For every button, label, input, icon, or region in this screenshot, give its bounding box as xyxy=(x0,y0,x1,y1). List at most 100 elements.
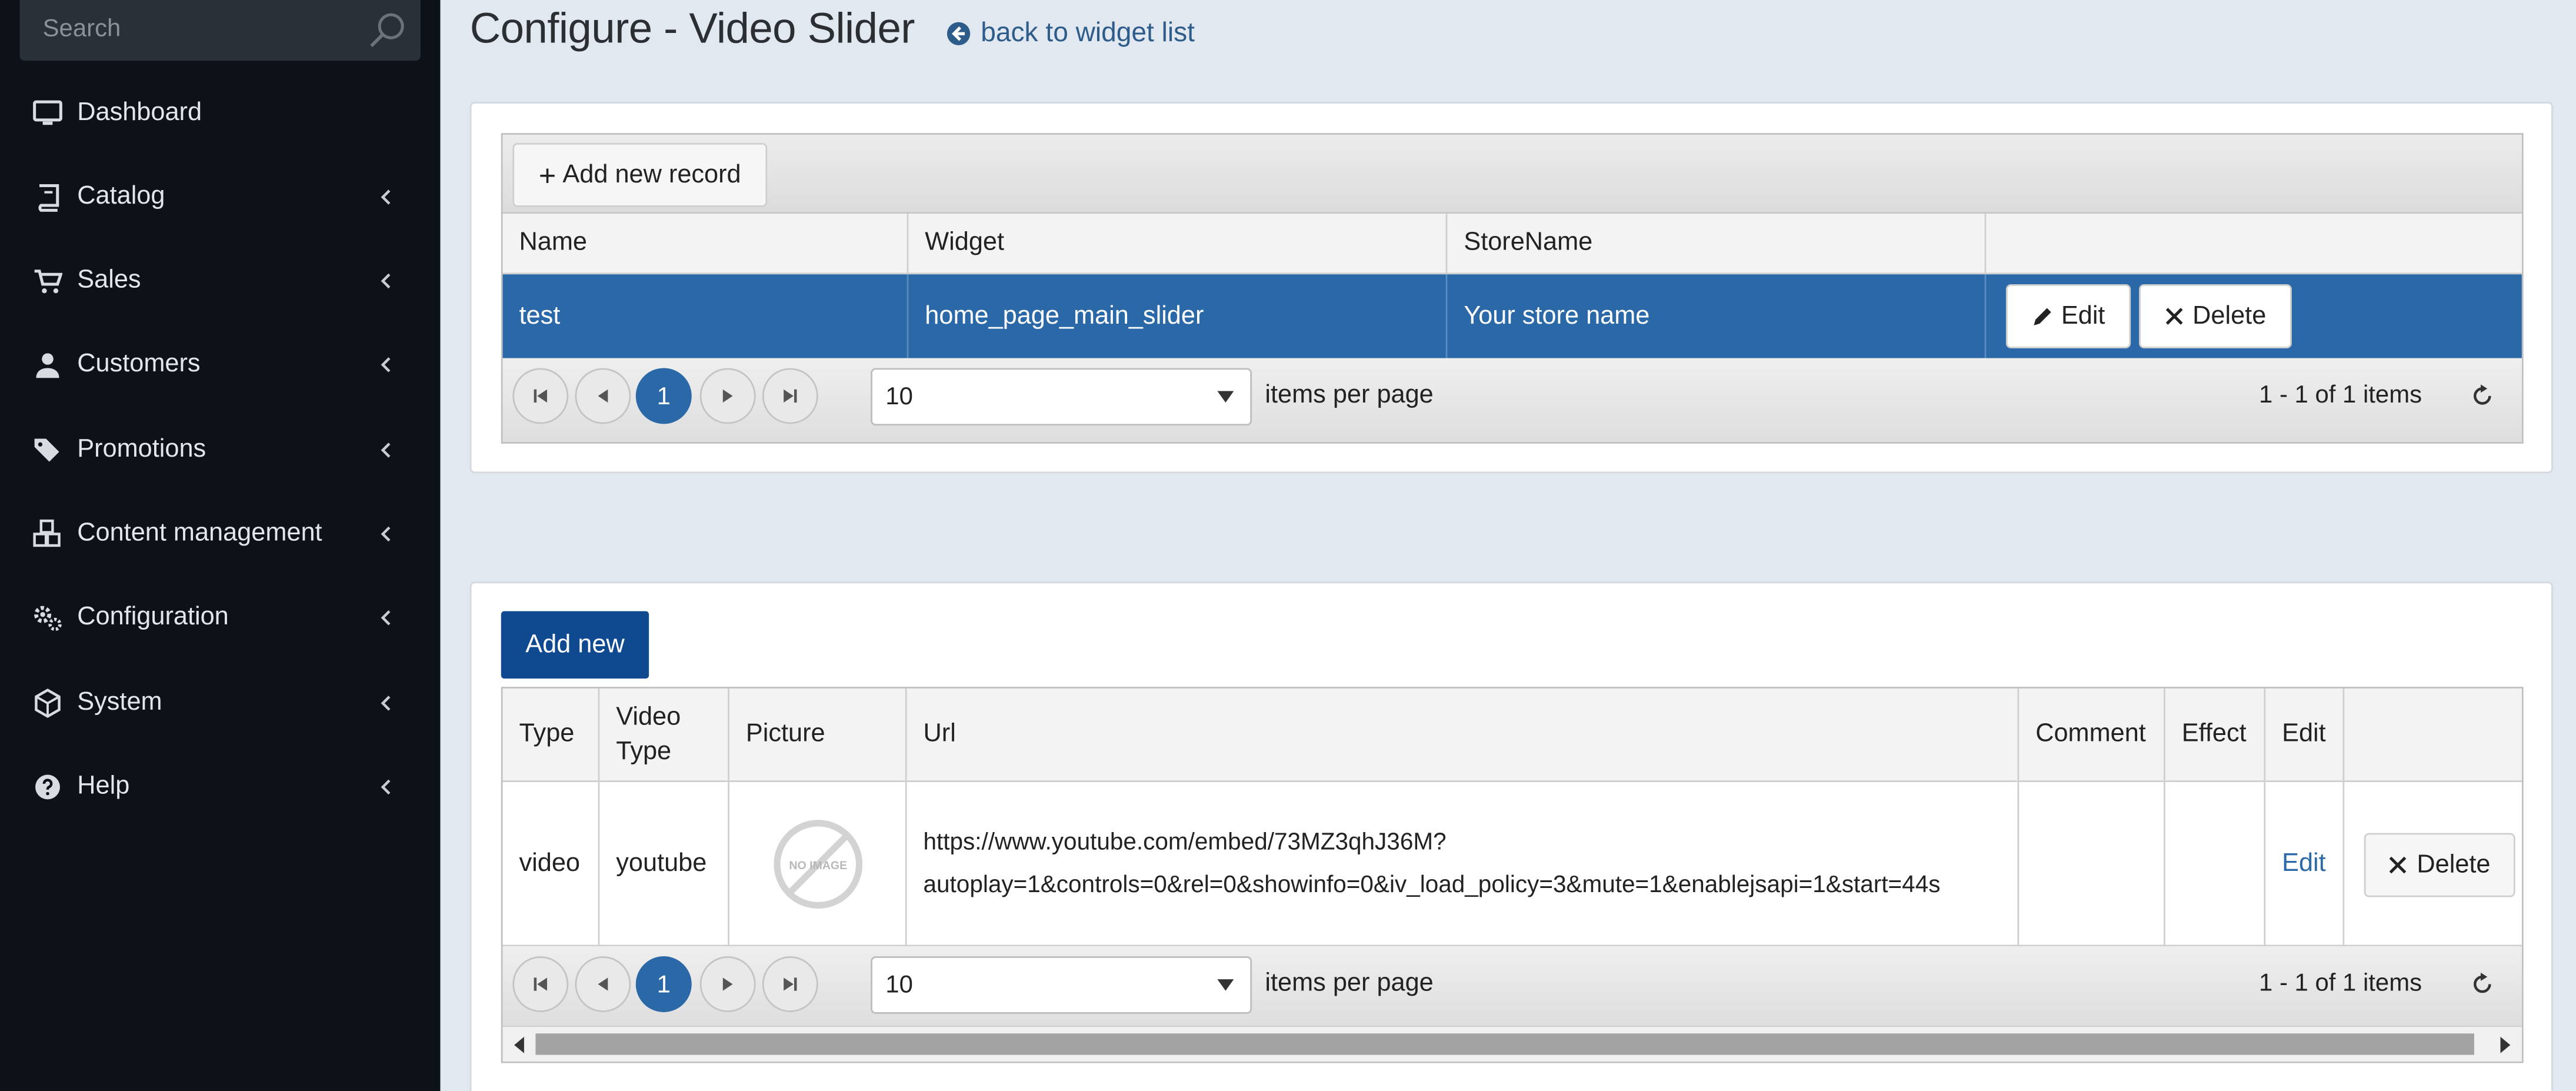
sidebar-item-configuration[interactable]: Configuration xyxy=(0,585,440,651)
cell-comment xyxy=(2017,782,2164,945)
column-header-type[interactable]: Type xyxy=(503,688,598,780)
records-panel: + Add new record Name Widget StoreName t… xyxy=(469,102,2553,474)
table-row[interactable]: video youtube NO IMAGE https://www.youtu… xyxy=(502,782,2525,947)
column-header-delete xyxy=(2342,688,2525,781)
sidebar-item-system[interactable]: System xyxy=(0,670,440,736)
cubes-icon xyxy=(33,519,61,547)
last-page-button[interactable] xyxy=(762,368,818,424)
edit-button[interactable]: Edit xyxy=(2005,284,2131,348)
sidebar-item-label: Sales xyxy=(77,266,141,294)
scrollbar-thumb[interactable] xyxy=(535,1033,2474,1055)
sidebar-item-label: Dashboard xyxy=(77,98,202,127)
search-input[interactable]: Search xyxy=(43,15,121,42)
back-to-widget-list-link[interactable]: back to widget list xyxy=(947,18,1195,49)
sidebar-item-catalog[interactable]: Catalog xyxy=(0,164,440,230)
prev-page-icon xyxy=(598,977,608,991)
current-page-button[interactable]: 1 xyxy=(635,368,692,424)
search-icon[interactable] xyxy=(368,10,408,49)
first-page-button[interactable] xyxy=(512,956,569,1012)
column-header-comment[interactable]: Comment xyxy=(2017,688,2164,781)
arrow-circle-left-icon xyxy=(947,22,971,45)
records-grid: + Add new record Name Widget StoreName t… xyxy=(501,133,2524,444)
column-header-widget[interactable]: Widget xyxy=(907,213,1446,273)
delete-button[interactable]: Delete xyxy=(2364,833,2515,897)
page-size-value: 10 xyxy=(885,971,913,999)
column-header-picture[interactable]: Picture xyxy=(728,688,905,781)
sidebar-item-label: Configuration xyxy=(77,603,229,631)
pager-info: 1 - 1 of 1 items xyxy=(2259,969,2422,997)
refresh-icon[interactable] xyxy=(2471,972,2494,996)
sidebar-item-label: Content management xyxy=(77,519,322,547)
column-header-effect[interactable]: Effect xyxy=(2164,688,2264,781)
column-header-video-type[interactable]: Video Type xyxy=(598,688,728,781)
current-page-button[interactable]: 1 xyxy=(635,956,692,1012)
sidebar-item-promotions[interactable]: Promotions xyxy=(0,417,440,483)
scroll-left-icon[interactable] xyxy=(512,1036,525,1053)
chevron-left-icon xyxy=(381,273,391,289)
back-link-label[interactable]: back to widget list xyxy=(981,18,1195,49)
tags-icon xyxy=(34,438,59,462)
grid-header-row: Type Video Type Picture Url Comment Effe… xyxy=(502,688,2525,783)
slides-panel: Add new Type Video Type Picture Url Comm… xyxy=(469,581,2553,1091)
sidebar-item-sales[interactable]: Sales xyxy=(0,248,440,314)
app-root: Search Dashboard Catalog Sales Customers… xyxy=(0,0,2576,1091)
sidebar-item-dashboard[interactable]: Dashboard xyxy=(0,81,440,147)
delete-label: Delete xyxy=(2192,301,2267,330)
close-icon xyxy=(2389,856,2407,874)
cell-type: video xyxy=(519,849,581,877)
sidebar-item-label: Help xyxy=(77,772,130,800)
cell-picture: NO IMAGE xyxy=(728,782,905,945)
cell-effect xyxy=(2164,782,2264,945)
edit-link[interactable]: Edit xyxy=(2264,782,2342,945)
sidebar-item-customers[interactable]: Customers xyxy=(0,332,440,398)
chevron-down-icon xyxy=(1217,979,1234,991)
column-header-storename[interactable]: StoreName xyxy=(1445,213,1985,273)
add-new-record-button[interactable]: + Add new record xyxy=(512,142,768,207)
horizontal-scrollbar[interactable] xyxy=(502,1025,2522,1062)
column-header-name[interactable]: Name xyxy=(503,214,907,273)
delete-button[interactable]: Delete xyxy=(2139,284,2292,348)
add-new-button[interactable]: Add new xyxy=(501,611,649,679)
column-header-edit[interactable]: Edit xyxy=(2264,688,2342,781)
last-page-button[interactable] xyxy=(762,956,818,1012)
pager-info: 1 - 1 of 1 items xyxy=(2259,381,2422,410)
column-header-url[interactable]: Url xyxy=(905,688,2018,781)
grid-header-row: Name Widget StoreName xyxy=(502,213,2525,275)
chevron-left-icon xyxy=(381,779,391,795)
question-circle-icon xyxy=(35,774,60,800)
table-row[interactable]: test home_page_main_slider Your store na… xyxy=(502,274,2525,358)
page-title: Configure - Video Slider xyxy=(469,3,915,53)
next-page-button[interactable] xyxy=(699,368,756,424)
prev-page-button[interactable] xyxy=(575,956,631,1012)
plus-icon: + xyxy=(538,158,556,192)
last-page-icon xyxy=(784,977,797,991)
chevron-left-icon xyxy=(381,696,391,711)
items-per-page-label: items per page xyxy=(1265,969,1434,997)
next-page-button[interactable] xyxy=(699,956,756,1012)
cell-video-type: youtube xyxy=(598,782,728,945)
sidebar-item-label: System xyxy=(77,688,162,717)
cell-delete: Delete xyxy=(2342,782,2525,945)
cell-url: https://www.youtube.com/embed/73MZ3qhJ36… xyxy=(905,782,2018,945)
close-icon xyxy=(2165,308,2182,325)
column-header-actions xyxy=(1984,213,2525,273)
column-header-video-type-line2: Type xyxy=(616,737,672,766)
chevron-left-icon xyxy=(381,610,391,626)
sidebar-item-content-management[interactable]: Content management xyxy=(0,501,440,567)
prev-page-button[interactable] xyxy=(575,368,631,424)
slides-grid: Type Video Type Picture Url Comment Effe… xyxy=(501,687,2524,1063)
sidebar-item-help[interactable]: Help xyxy=(0,754,440,820)
url-line-2: autoplay=1&controls=0&rel=0&showinfo=0&i… xyxy=(923,872,1941,898)
scroll-right-icon[interactable] xyxy=(2499,1036,2512,1053)
refresh-icon[interactable] xyxy=(2471,384,2494,407)
page-size-select[interactable]: 10 xyxy=(871,956,1252,1014)
prev-page-icon xyxy=(598,389,608,403)
page-size-select[interactable]: 10 xyxy=(871,368,1252,426)
cell-actions: Edit Delete xyxy=(1984,274,2525,358)
gears-icon xyxy=(34,606,62,631)
column-header-video-type-line1: Video xyxy=(616,703,681,731)
items-per-page-label: items per page xyxy=(1265,381,1434,410)
chevron-left-icon xyxy=(381,443,391,458)
first-page-button[interactable] xyxy=(512,368,569,424)
search-box[interactable]: Search xyxy=(19,0,421,61)
